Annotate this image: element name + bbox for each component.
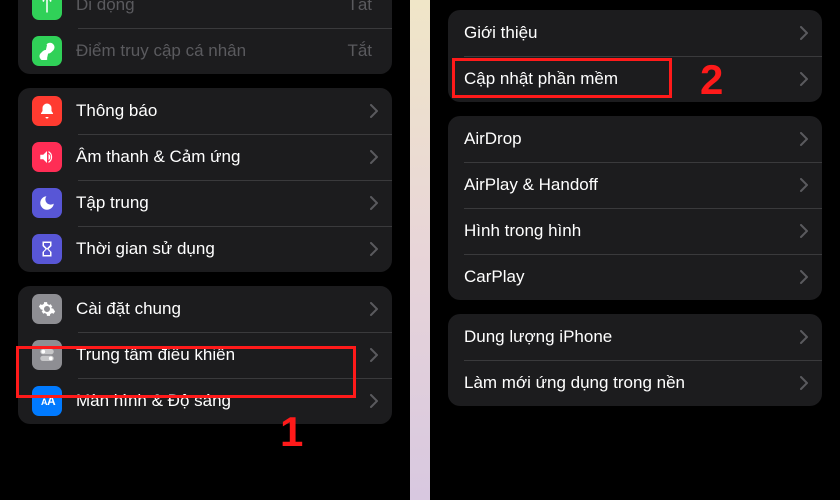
chevron-right-icon	[800, 26, 808, 40]
mobile-value: Tắt	[347, 0, 372, 15]
chevron-right-icon	[370, 104, 378, 118]
row-background-refresh[interactable]: Làm mới ứng dụng trong nền	[448, 360, 822, 406]
row-focus[interactable]: Tập trung	[18, 180, 392, 226]
row-about[interactable]: Giới thiệu	[448, 10, 822, 56]
group-about: Giới thiệu Cập nhật phần mềm	[448, 10, 822, 102]
screentime-label: Thời gian sử dụng	[76, 239, 370, 259]
row-mobile[interactable]: Di động Tắt	[18, 0, 392, 28]
text-size-icon: AA	[32, 386, 62, 416]
chevron-right-icon	[800, 376, 808, 390]
group-storage: Dung lượng iPhone Làm mới ứng dụng trong…	[448, 314, 822, 406]
notifications-label: Thông báo	[76, 101, 370, 121]
display-label: Màn hình & Độ sáng	[76, 391, 370, 411]
row-airdrop[interactable]: AirDrop	[448, 116, 822, 162]
chevron-right-icon	[800, 72, 808, 86]
focus-label: Tập trung	[76, 193, 370, 213]
sounds-label: Âm thanh & Cảm ứng	[76, 147, 370, 167]
carplay-label: CarPlay	[462, 267, 800, 287]
about-label: Giới thiệu	[462, 23, 800, 43]
airplay-label: AirPlay & Handoff	[462, 175, 800, 195]
bell-icon	[32, 96, 62, 126]
chevron-right-icon	[800, 132, 808, 146]
link-icon	[32, 36, 62, 66]
row-hotspot[interactable]: Điểm truy cập cá nhân Tắt	[18, 28, 392, 74]
switches-icon	[32, 340, 62, 370]
row-software-update[interactable]: Cập nhật phần mềm	[448, 56, 822, 102]
svg-text:A: A	[47, 394, 56, 408]
control-center-label: Trung tâm điều khiển	[76, 345, 370, 365]
chevron-right-icon	[370, 348, 378, 362]
row-carplay[interactable]: CarPlay	[448, 254, 822, 300]
chevron-right-icon	[370, 150, 378, 164]
antenna-icon	[32, 0, 62, 20]
airdrop-label: AirDrop	[462, 129, 800, 149]
background-refresh-label: Làm mới ứng dụng trong nền	[462, 373, 800, 393]
hotspot-value: Tắt	[347, 41, 372, 61]
row-airplay[interactable]: AirPlay & Handoff	[448, 162, 822, 208]
chevron-right-icon	[370, 394, 378, 408]
settings-right-panel: Giới thiệu Cập nhật phần mềm AirDrop Air…	[430, 0, 840, 500]
chevron-right-icon	[370, 196, 378, 210]
chevron-right-icon	[370, 302, 378, 316]
mobile-label: Di động	[76, 0, 347, 15]
row-display[interactable]: AA Màn hình & Độ sáng	[18, 378, 392, 424]
gear-icon	[32, 294, 62, 324]
row-control-center[interactable]: Trung tâm điều khiển	[18, 332, 392, 378]
group-personal: Thông báo Âm thanh & Cảm ứng Tập trung T…	[18, 88, 392, 272]
row-pip[interactable]: Hình trong hình	[448, 208, 822, 254]
chevron-right-icon	[800, 270, 808, 284]
row-notifications[interactable]: Thông báo	[18, 88, 392, 134]
software-update-label: Cập nhật phần mềm	[462, 69, 800, 89]
row-sounds[interactable]: Âm thanh & Cảm ứng	[18, 134, 392, 180]
storage-label: Dung lượng iPhone	[462, 327, 800, 347]
speaker-icon	[32, 142, 62, 172]
moon-icon	[32, 188, 62, 218]
group-network: Di động Tắt Điểm truy cập cá nhân Tắt	[18, 0, 392, 74]
chevron-right-icon	[800, 178, 808, 192]
chevron-right-icon	[800, 224, 808, 238]
chevron-right-icon	[800, 330, 808, 344]
pip-label: Hình trong hình	[462, 221, 800, 241]
hourglass-icon	[32, 234, 62, 264]
hotspot-label: Điểm truy cập cá nhân	[76, 41, 347, 61]
group-airdrop: AirDrop AirPlay & Handoff Hình trong hìn…	[448, 116, 822, 300]
chevron-right-icon	[370, 242, 378, 256]
row-storage[interactable]: Dung lượng iPhone	[448, 314, 822, 360]
settings-left-panel: Di động Tắt Điểm truy cập cá nhân Tắt Th…	[0, 0, 410, 500]
row-screentime[interactable]: Thời gian sử dụng	[18, 226, 392, 272]
group-general: Cài đặt chung Trung tâm điều khiển AA Mà…	[18, 286, 392, 424]
general-label: Cài đặt chung	[76, 299, 370, 319]
row-general[interactable]: Cài đặt chung	[18, 286, 392, 332]
